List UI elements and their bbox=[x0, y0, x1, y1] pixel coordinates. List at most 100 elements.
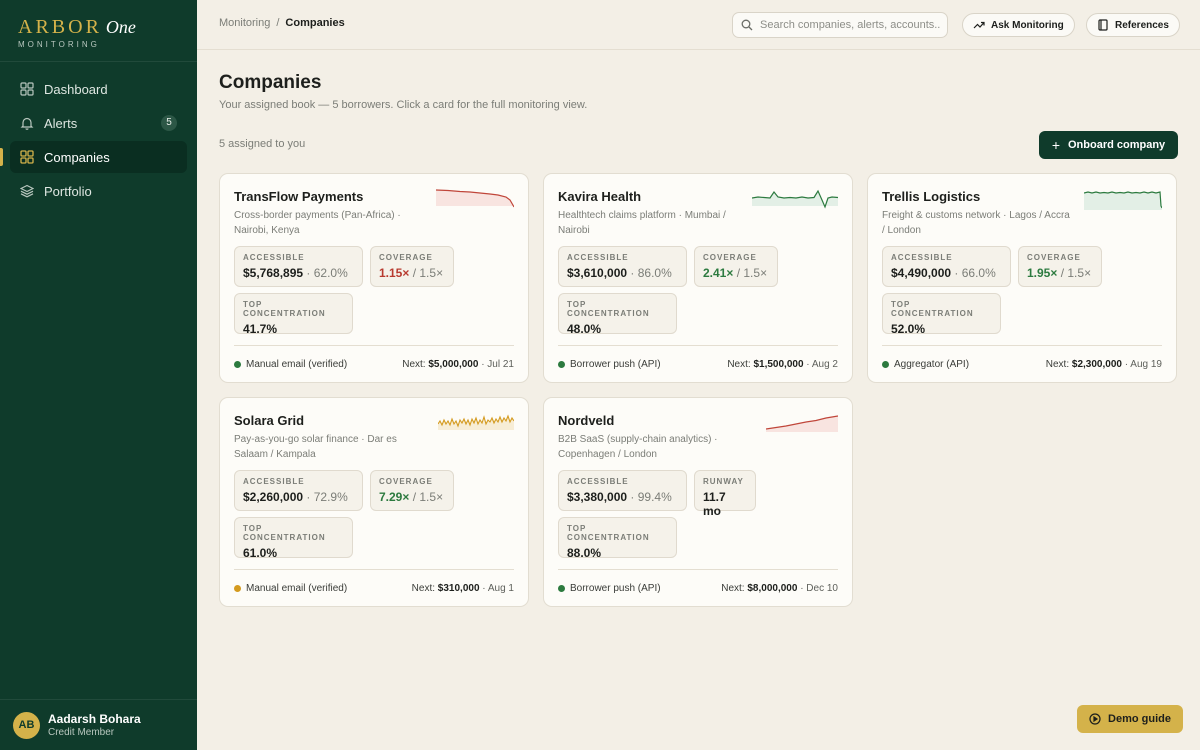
metric-label: ACCESSIBLE bbox=[567, 253, 629, 262]
metric-top-concentration: TOP CONCENTRATION 41.7% bbox=[234, 293, 353, 336]
onboard-company-label: Onboard company bbox=[1068, 139, 1166, 151]
coverage-target: / 1.5× bbox=[412, 490, 444, 504]
status-dot bbox=[882, 361, 889, 368]
metric-label: ACCESSIBLE bbox=[243, 253, 305, 262]
accessible-value: $5,768,895 bbox=[243, 266, 304, 280]
top-bar: Monitoring / Companies Ask Monitoring Refe… bbox=[197, 0, 1200, 50]
accessible-value: $3,610,000 bbox=[567, 266, 628, 280]
metric-top-concentration: TOP CONCENTRATION 61.0% bbox=[234, 517, 353, 560]
metric-label: TOP CONCENTRATION bbox=[243, 300, 326, 318]
metric-coverage: COVERAGE 1.95× / 1.5× bbox=[1018, 246, 1102, 287]
next-label: Next: bbox=[721, 583, 745, 594]
metric-coverage: COVERAGE 7.29× / 1.5× bbox=[370, 470, 454, 511]
company-card-kavira[interactable]: Kavira Health Healthtech claims platform… bbox=[543, 173, 853, 383]
references-label: References bbox=[1115, 19, 1169, 31]
brand-subtitle: MONITORING bbox=[18, 40, 100, 49]
metric-label: TOP CONCENTRATION bbox=[567, 300, 650, 318]
assigned-count: 5 assigned to you bbox=[219, 138, 306, 150]
layers-icon bbox=[20, 184, 34, 198]
coverage-target: / 1.5× bbox=[736, 266, 768, 280]
accessible-value: $2,260,000 bbox=[243, 490, 304, 504]
page-title: Companies bbox=[219, 72, 322, 93]
trend-icon bbox=[973, 21, 985, 29]
metric-coverage: COVERAGE 2.41× / 1.5× bbox=[694, 246, 778, 287]
page-subtitle: Your assigned book — 5 borrowers. Click … bbox=[219, 99, 588, 111]
next-label: Next: bbox=[1045, 359, 1070, 370]
breadcrumb-root[interactable]: Monitoring bbox=[219, 17, 270, 29]
concentration-value: 61.0% bbox=[243, 546, 278, 560]
search-box[interactable] bbox=[732, 12, 948, 38]
next-date: · Aug 19 bbox=[1124, 359, 1162, 370]
play-circle-icon bbox=[1089, 713, 1101, 725]
next-amount: $310,000 bbox=[437, 583, 480, 594]
card-footer: Borrower push (API) Next: $8,000,000 · D… bbox=[558, 569, 838, 607]
company-card-solara[interactable]: Solara Grid Pay-as-you-go solar finance … bbox=[219, 397, 529, 607]
sidebar-nav: Dashboard Alerts 5 Companies Portfolio bbox=[0, 62, 197, 207]
accessible-value: $3,380,000 bbox=[567, 490, 628, 504]
next-amount: $2,300,000 bbox=[1071, 359, 1122, 370]
card-footer: Manual email (verified) Next: $310,000 ·… bbox=[234, 569, 514, 607]
user-profile[interactable]: AB Aadarsh Bohara Credit Member bbox=[0, 699, 197, 750]
onboard-company-button[interactable]: + Onboard company bbox=[1039, 131, 1178, 159]
company-name: Solara Grid bbox=[234, 413, 305, 428]
data-source: Manual email (verified) bbox=[246, 583, 348, 594]
metric-label: RUNWAY bbox=[703, 477, 744, 486]
company-card-nordveld[interactable]: Nordveld B2B SaaS (supply-chain analytic… bbox=[543, 397, 853, 607]
sidebar-item-label: Alerts bbox=[44, 115, 78, 131]
metric-label: ACCESSIBLE bbox=[243, 477, 305, 486]
references-button[interactable]: References bbox=[1086, 13, 1180, 37]
breadcrumb-separator: / bbox=[276, 17, 280, 29]
company-description: B2B SaaS (supply-chain analytics) · Cope… bbox=[558, 434, 718, 460]
concentration-value: 52.0% bbox=[891, 322, 926, 336]
brand-logo[interactable]: ARBOR One MONITORING bbox=[0, 0, 197, 62]
metric-label: TOP CONCENTRATION bbox=[567, 524, 650, 542]
company-card-trellis[interactable]: Trellis Logistics Freight & customs netw… bbox=[867, 173, 1177, 383]
metric-runway: RUNWAY 11.7 mo bbox=[694, 470, 756, 518]
demo-guide-button[interactable]: Demo guide bbox=[1077, 705, 1183, 733]
next-date: · Aug 2 bbox=[806, 359, 838, 370]
company-name: Nordveld bbox=[558, 413, 615, 428]
sidebar-item-label: Portfolio bbox=[44, 183, 92, 199]
metric-label: COVERAGE bbox=[379, 253, 433, 262]
book-icon bbox=[1098, 19, 1108, 31]
next-label: Next: bbox=[727, 359, 751, 370]
company-name: Trellis Logistics bbox=[882, 189, 981, 204]
accessible-percent: · 99.4% bbox=[630, 490, 672, 504]
sparkline-chart bbox=[752, 189, 838, 209]
search-icon bbox=[741, 19, 753, 31]
concentration-value: 41.7% bbox=[243, 322, 278, 336]
next-label: Next: bbox=[402, 359, 426, 370]
data-source: Borrower push (API) bbox=[570, 583, 661, 594]
sidebar-item-companies[interactable]: Companies bbox=[0, 141, 187, 173]
accessible-value: $4,490,000 bbox=[891, 266, 952, 280]
sidebar-item-portfolio[interactable]: Portfolio bbox=[10, 175, 187, 207]
status-dot bbox=[558, 585, 565, 592]
company-name: TransFlow Payments bbox=[234, 189, 364, 204]
company-name: Kavira Health bbox=[558, 189, 642, 204]
sidebar-item-label: Companies bbox=[44, 149, 110, 165]
sidebar-item-dashboard[interactable]: Dashboard bbox=[10, 73, 187, 105]
runway-value: 11.7 mo bbox=[703, 490, 726, 518]
data-source: Aggregator (API) bbox=[894, 359, 970, 370]
metric-label: ACCESSIBLE bbox=[567, 477, 629, 486]
next-date: · Dec 10 bbox=[800, 583, 838, 594]
accessible-percent: · 66.0% bbox=[954, 266, 996, 280]
search-input[interactable] bbox=[760, 19, 940, 31]
company-description: Pay-as-you-go solar finance · Dar es Sal… bbox=[234, 434, 397, 460]
sparkline-chart bbox=[436, 189, 514, 208]
next-label: Next: bbox=[411, 583, 436, 594]
sparkline-chart bbox=[766, 415, 838, 432]
user-role: Credit Member bbox=[48, 727, 115, 738]
sidebar-item-alerts[interactable]: Alerts 5 bbox=[10, 107, 187, 139]
next-amount: $8,000,000 bbox=[747, 583, 798, 594]
sparkline-chart bbox=[1084, 191, 1162, 210]
company-card-transflow[interactable]: TransFlow Payments Cross-border payments… bbox=[219, 173, 529, 383]
metric-label: COVERAGE bbox=[379, 477, 433, 486]
metric-label: TOP CONCENTRATION bbox=[243, 524, 326, 542]
metric-accessible: ACCESSIBLE $2,260,000 · 72.9% bbox=[234, 470, 363, 511]
data-source: Borrower push (API) bbox=[570, 359, 661, 370]
status-dot bbox=[234, 585, 241, 592]
ask-monitoring-button[interactable]: Ask Monitoring bbox=[962, 13, 1075, 37]
breadcrumb: Monitoring / Companies bbox=[219, 17, 345, 29]
status-dot bbox=[234, 361, 241, 368]
